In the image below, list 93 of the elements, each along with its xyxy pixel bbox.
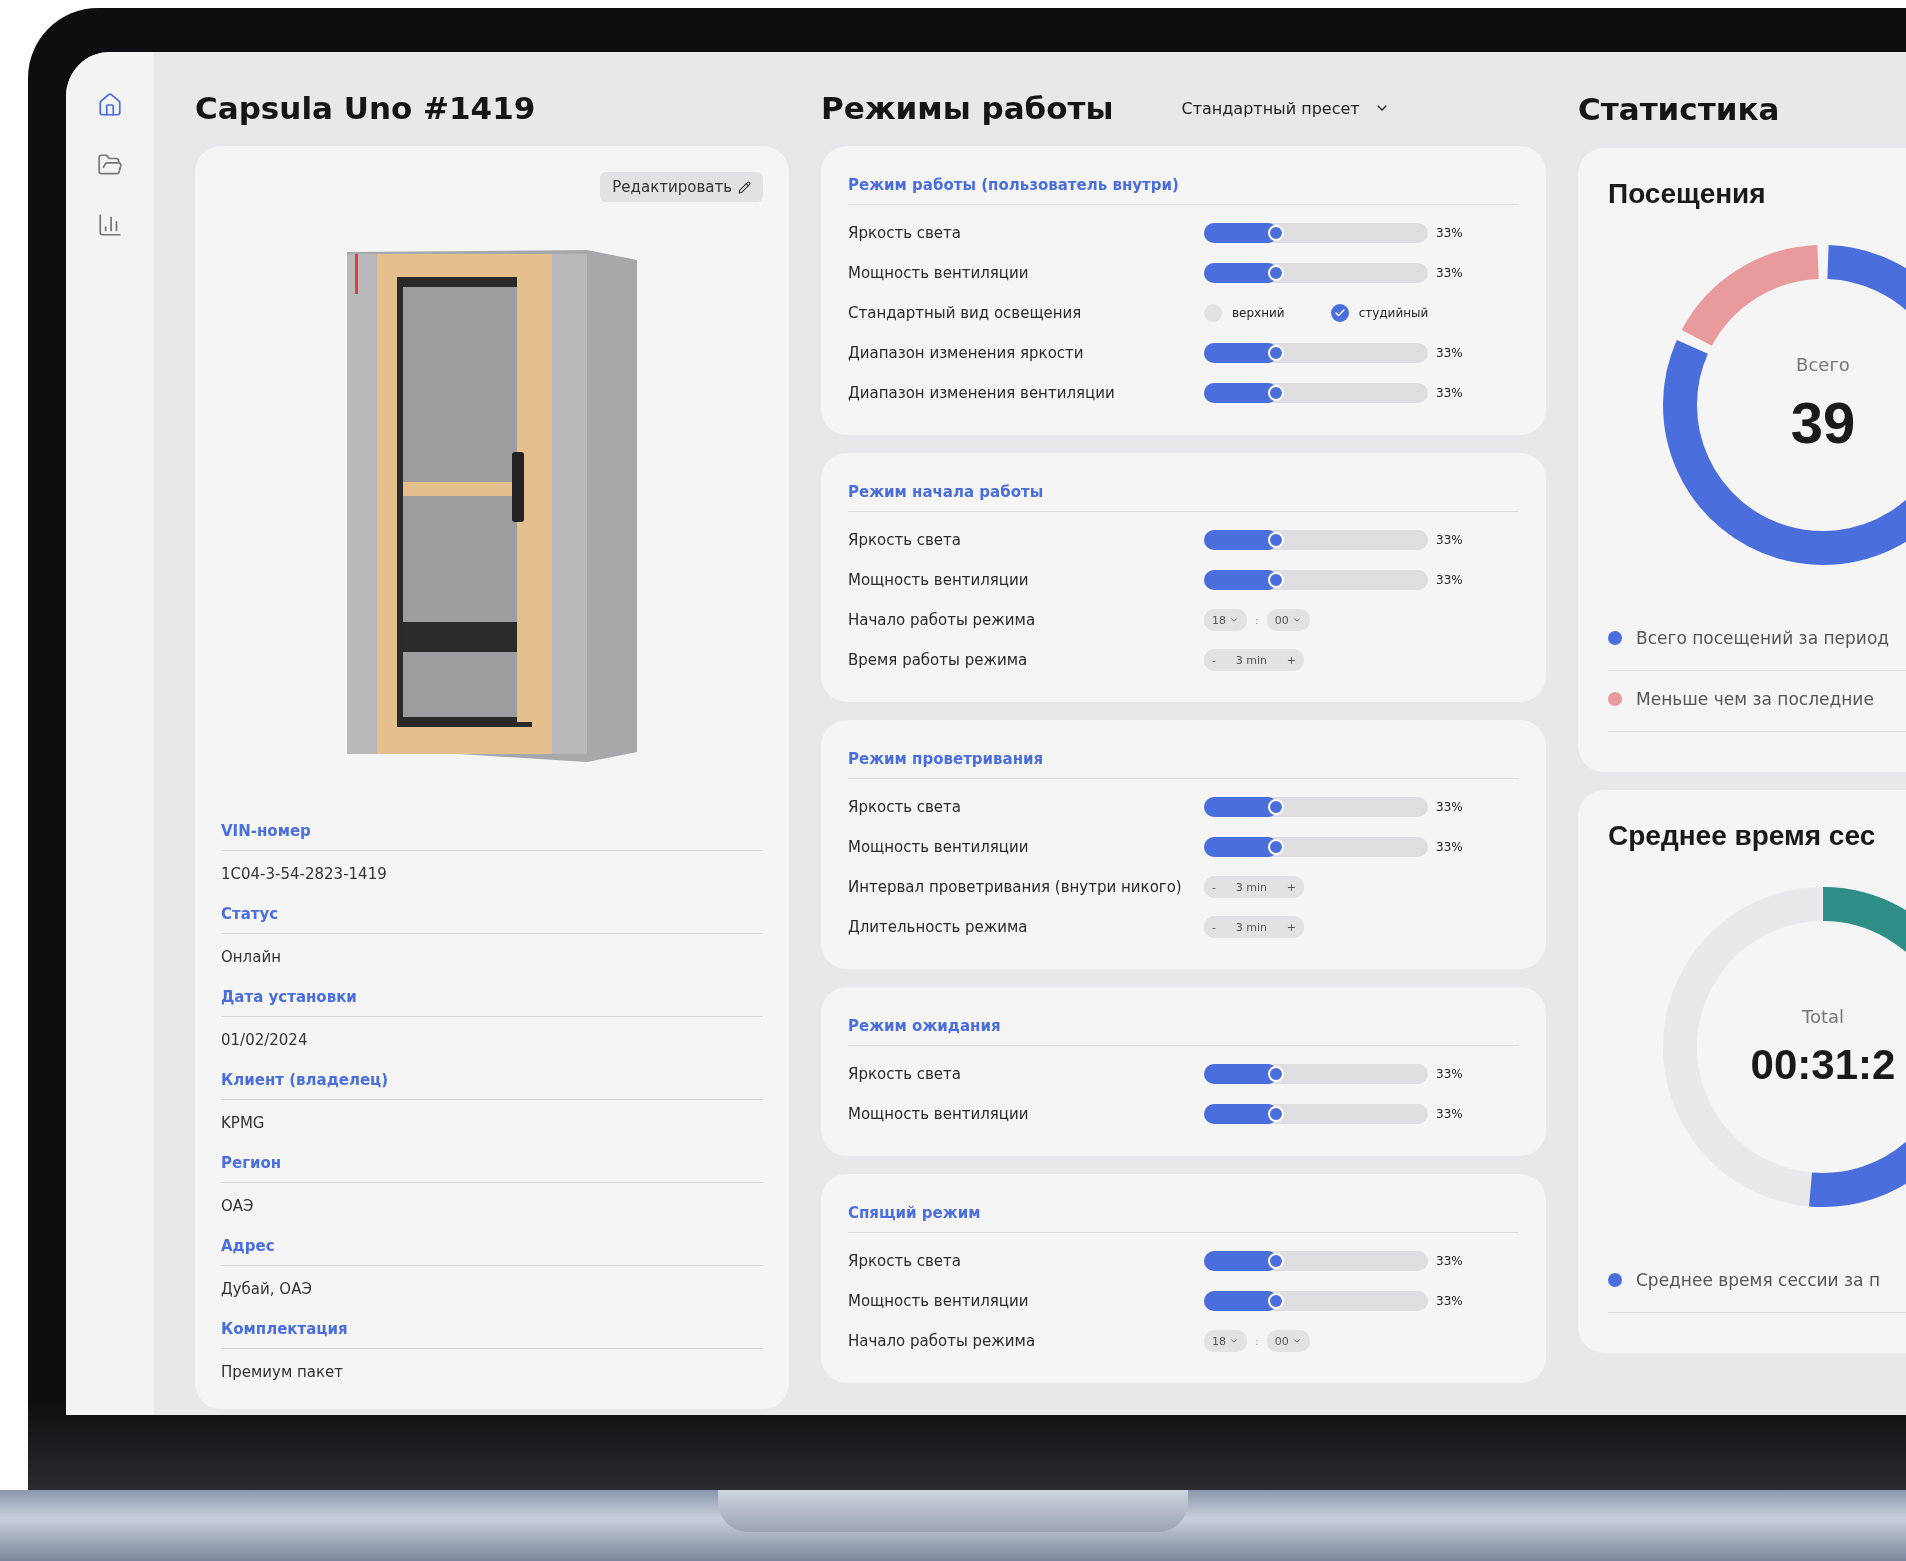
slider-value: 33% <box>1436 800 1463 814</box>
legend-label: Меньше чем за последние <box>1636 689 1874 709</box>
slider-value: 33% <box>1436 1107 1463 1121</box>
field-value: 1C04-3-54-2823-1419 <box>221 864 388 885</box>
setting-label: Яркость света <box>848 224 963 242</box>
increment-button[interactable]: + <box>1286 653 1296 667</box>
home-icon[interactable] <box>97 92 123 118</box>
setting-label: Яркость света <box>848 798 963 816</box>
preset-dropdown[interactable]: Стандартный пресет <box>1181 98 1390 118</box>
field-value: Дубай, ОАЭ <box>221 1279 313 1300</box>
setting-label: Мощность вентиляции <box>848 1292 1030 1310</box>
folder-icon[interactable] <box>97 152 123 178</box>
setting-label: Диапазон изменения яркости <box>848 344 1085 362</box>
edit-button[interactable]: Редактировать <box>600 172 763 202</box>
hour-dropdown[interactable]: 18 <box>1204 1330 1247 1352</box>
donut-label: Всего <box>1796 354 1850 375</box>
setting-label: Мощность вентиляции <box>848 838 1030 856</box>
radio-button[interactable] <box>1330 304 1349 322</box>
card-title: Среднее время сес <box>1608 820 1877 852</box>
setting-label: Начало работы режима <box>848 1332 1037 1350</box>
time-separator: : <box>1255 613 1259 627</box>
field-label: Регион <box>221 1154 763 1183</box>
field-value: Премиум пакет <box>221 1362 345 1383</box>
stepper-field[interactable]: - 3 min + <box>1204 876 1304 898</box>
slider-value: 33% <box>1436 266 1463 280</box>
stepper-value: 3 min <box>1235 920 1267 934</box>
mode-title: Режим ожидания <box>848 1017 1519 1046</box>
field-value: ОАЭ <box>221 1196 255 1217</box>
hour-dropdown[interactable]: 18 <box>1204 609 1247 631</box>
setting-label: Длительность режима <box>848 918 1029 936</box>
slider-value: 33% <box>1436 573 1463 587</box>
decrement-button[interactable]: - <box>1212 920 1216 934</box>
mode-title: Режим работы (пользователь внутри) <box>848 176 1519 205</box>
field-label: Клиент (владелец) <box>221 1071 763 1100</box>
slider-value: 33% <box>1436 533 1463 547</box>
setting-label: Стандартный вид освещения <box>848 304 1083 322</box>
card-title: Посещения <box>1608 178 1767 210</box>
legend-label: Среднее время сессии за п <box>1636 1270 1880 1290</box>
setting-label: Мощность вентиляции <box>848 571 1030 589</box>
slider-value: 33% <box>1436 226 1463 240</box>
decrement-button[interactable]: - <box>1212 880 1216 894</box>
setting-label: Начало работы режима <box>848 611 1037 629</box>
setting-label: Яркость света <box>848 1065 963 1083</box>
chevron-icon <box>1229 1336 1239 1346</box>
field-value: Онлайн <box>221 947 282 968</box>
minute-dropdown[interactable]: 00 <box>1266 1330 1310 1352</box>
increment-button[interactable]: + <box>1286 920 1296 934</box>
pencil-icon <box>738 180 751 194</box>
device-title: Capsula Uno #1419 <box>195 90 536 126</box>
field-label: Дата установки <box>221 988 763 1017</box>
slider-value: 33% <box>1436 1294 1463 1308</box>
radio-label: студийный <box>1358 306 1429 320</box>
setting-label: Мощность вентиляции <box>848 264 1030 282</box>
donut-value: 39 <box>1790 389 1856 456</box>
setting-label: Время работы режима <box>848 651 1029 669</box>
increment-button[interactable]: + <box>1286 880 1296 894</box>
slider-value: 33% <box>1436 1254 1463 1268</box>
stepper-field[interactable]: - 3 min + <box>1204 649 1304 671</box>
setting-label: Мощность вентиляции <box>848 1105 1030 1123</box>
chevron-icon <box>1229 615 1239 625</box>
decrement-button[interactable]: - <box>1212 653 1216 667</box>
bar-chart-icon[interactable] <box>97 212 123 238</box>
legend-label: Всего посещений за период <box>1636 628 1890 648</box>
donut-label: Total <box>1801 1005 1844 1027</box>
field-label: Статус <box>221 905 763 934</box>
mode-title: Режим начала работы <box>848 483 1519 512</box>
mode-title: Режим проветривания <box>848 750 1519 779</box>
statistics-title: Статистика <box>1578 91 1780 127</box>
setting-label: Яркость света <box>848 531 963 549</box>
slider-value: 33% <box>1436 346 1463 360</box>
field-label: Адрес <box>221 1237 763 1266</box>
slider-value: 33% <box>1436 1067 1463 1081</box>
field-label: VIN-номер <box>221 822 763 851</box>
stepper-field[interactable]: - 3 min + <box>1204 916 1304 938</box>
field-value: 01/02/2024 <box>221 1030 309 1051</box>
setting-label: Интервал проветривания (внутри никого) <box>848 878 1183 896</box>
mode-title: Спящий режим <box>848 1204 1519 1233</box>
chevron-icon <box>1291 1336 1302 1346</box>
field-label: Комплектация <box>221 1320 763 1349</box>
time-separator: : <box>1255 1334 1259 1348</box>
donut-value: 00:31:2 <box>1750 1040 1896 1089</box>
stepper-value: 3 min <box>1235 880 1267 894</box>
stepper-value: 3 min <box>1235 653 1267 667</box>
check-icon <box>1333 307 1346 319</box>
setting-label: Яркость света <box>848 1252 963 1270</box>
minute-dropdown[interactable]: 00 <box>1266 609 1310 631</box>
slider-value: 33% <box>1436 840 1463 854</box>
radio-label: верхний <box>1232 306 1285 320</box>
setting-label: Диапазон изменения вентиляции <box>848 384 1116 402</box>
slider-value: 33% <box>1436 386 1463 400</box>
chevron-icon <box>1291 615 1302 625</box>
field-value: KPMG <box>221 1113 266 1134</box>
modes-title: Режимы работы <box>821 90 1114 126</box>
